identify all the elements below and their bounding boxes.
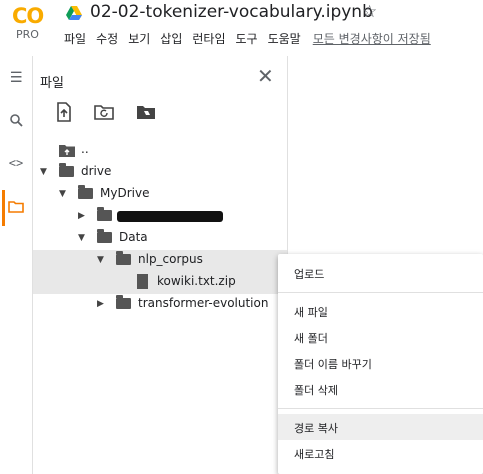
menu-insert[interactable]: 삽입	[160, 30, 182, 47]
file-icon	[137, 274, 148, 289]
google-drive-icon[interactable]	[66, 6, 82, 20]
tree-row-nlp-corpus[interactable]: ▼ nlp_corpus	[33, 250, 287, 272]
files-icon[interactable]	[0, 200, 32, 217]
menu-help[interactable]: 도움말	[268, 30, 301, 47]
notebook-title[interactable]: 02-02-tokenizer-vocabulary.ipynb	[90, 2, 373, 22]
menu-item-label: 경로 복사	[294, 422, 338, 435]
tree-row-drive[interactable]: ▼ drive	[33, 162, 287, 184]
caret-down-icon[interactable]: ▼	[78, 233, 85, 243]
menu-item-refresh[interactable]: 새로고침	[278, 440, 483, 466]
caret-down-icon[interactable]: ▼	[59, 189, 66, 199]
menu-item-new-folder[interactable]: 새 폴더	[278, 324, 483, 350]
folder-icon	[97, 207, 112, 221]
star-icon[interactable]: ☆	[362, 2, 377, 22]
left-rail: ☰ <>	[0, 56, 33, 474]
close-icon[interactable]: ✕	[257, 64, 274, 88]
caret-down-icon[interactable]: ▼	[40, 167, 47, 177]
context-menu: 업로드 새 파일 새 폴더 폴더 이름 바꾸기 폴더 삭제 경로 복사 새로고침	[278, 254, 483, 474]
menu-item-label: 새로고침	[294, 448, 335, 461]
tree-label: Data	[119, 230, 148, 244]
menu-divider	[278, 292, 483, 293]
caret-right-icon[interactable]: ▶	[97, 299, 104, 309]
code-snippets-icon[interactable]: <>	[0, 156, 32, 170]
menu-divider	[278, 408, 483, 409]
folder-icon	[116, 295, 131, 309]
redacted-label	[117, 211, 223, 222]
tree-row-data[interactable]: ▼ Data	[33, 228, 287, 250]
folder-icon	[78, 185, 93, 199]
save-status[interactable]: 모든 변경사항이 저장됨	[313, 30, 431, 47]
list-icon[interactable]: ☰	[10, 70, 23, 86]
caret-right-icon[interactable]: ▶	[78, 211, 85, 221]
parent-folder-icon	[59, 145, 75, 157]
tree-row-mydrive[interactable]: ▼ MyDrive	[33, 184, 287, 206]
menu-item-delete-folder[interactable]: 폴더 삭제	[278, 376, 483, 402]
tree-row-transformer-evolution[interactable]: ▶ transformer-evolution	[33, 294, 287, 316]
folder-icon	[116, 251, 131, 265]
tree-label: kowiki.txt.zip	[157, 274, 236, 288]
menu-runtime[interactable]: 런타임	[192, 30, 225, 47]
menu-edit[interactable]: 수정	[96, 30, 118, 47]
search-icon[interactable]	[0, 114, 32, 131]
menu-item-copy-path[interactable]: 경로 복사	[278, 414, 483, 440]
upload-icon[interactable]	[54, 102, 74, 122]
logo-mark: CO	[12, 4, 44, 28]
caret-down-icon[interactable]: ▼	[97, 255, 104, 265]
menu-item-label: 새 폴더	[294, 332, 328, 345]
refresh-folder-icon[interactable]	[94, 102, 114, 122]
menu-bar: 파일 수정 보기 삽입 런타임 도구 도움말 모든 변경사항이 저장됨	[64, 30, 431, 47]
tree-label: MyDrive	[100, 186, 150, 200]
drive-folder-icon[interactable]	[136, 102, 156, 122]
menu-item-upload[interactable]: 업로드	[278, 260, 483, 286]
tree-label: transformer-evolution	[138, 296, 269, 310]
colab-logo[interactable]: CO PRO	[8, 2, 48, 42]
menu-file[interactable]: 파일	[64, 30, 86, 47]
menu-item-new-file[interactable]: 새 파일	[278, 298, 483, 324]
tree-label: ..	[81, 142, 89, 156]
menu-view[interactable]: 보기	[128, 30, 150, 47]
menu-tools[interactable]: 도구	[236, 30, 258, 47]
menu-item-label: 업로드	[294, 268, 325, 281]
menu-item-label: 폴더 삭제	[294, 384, 338, 397]
folder-icon	[97, 229, 112, 243]
tree-label: nlp_corpus	[138, 252, 203, 266]
panel-title: 파일	[40, 76, 64, 91]
menu-item-rename-folder[interactable]: 폴더 이름 바꾸기	[278, 350, 483, 376]
tree-label: drive	[81, 164, 112, 178]
folder-icon	[59, 163, 74, 177]
logo-tier: PRO	[16, 28, 39, 41]
menu-item-label: 폴더 이름 바꾸기	[294, 358, 372, 371]
menu-item-label: 새 파일	[294, 306, 328, 319]
tree-row-redacted[interactable]: ▶	[33, 206, 287, 228]
tree-row-parent[interactable]: ..	[33, 140, 287, 162]
tree-row-kowiki-zip[interactable]: kowiki.txt.zip	[33, 272, 287, 294]
